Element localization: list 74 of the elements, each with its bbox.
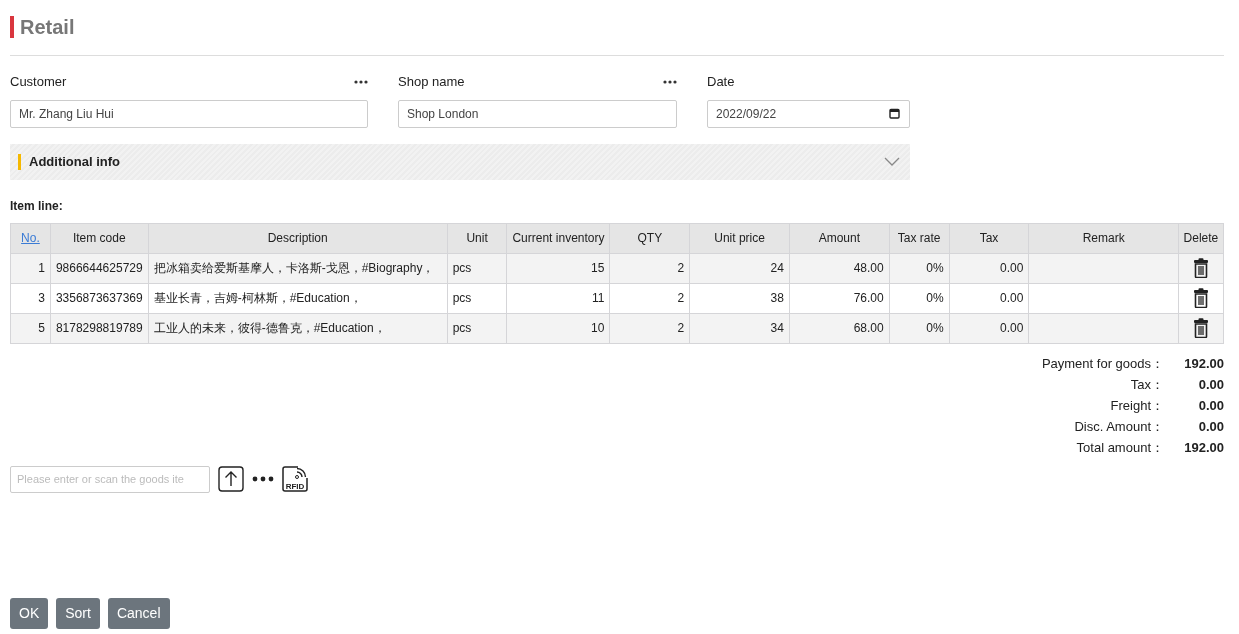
table-cell: 0%: [889, 283, 950, 313]
calendar-icon[interactable]: [889, 107, 900, 119]
column-header: Unit: [466, 231, 488, 245]
table-cell: 2: [609, 253, 690, 283]
section-title: Additional info: [18, 153, 120, 170]
table-cell: 把冰箱卖给爱斯基摩人，卡洛斯-戈恩，#Biography，: [148, 253, 448, 283]
summary-label: Total amount：: [1076, 438, 1164, 457]
table-cell: 2: [609, 283, 690, 313]
action-button[interactable]: OK: [10, 597, 49, 629]
more-icon[interactable]: [252, 476, 274, 482]
column-header: Current inventory: [512, 231, 605, 245]
summary-value: 0.00: [1197, 375, 1224, 394]
column-header: Unit price: [714, 231, 765, 245]
summary-label: Tax：: [1130, 375, 1164, 394]
upload-icon[interactable]: [218, 466, 244, 492]
summary-value: 0.00: [1197, 396, 1224, 415]
column-header: Delete: [1183, 231, 1219, 245]
table-cell: 1: [10, 253, 51, 283]
table-cell: 8178298819789: [50, 313, 149, 343]
table-cell: 0.00: [949, 313, 1029, 343]
scan-field[interactable]: Please enter or scan the goods ite: [10, 465, 210, 493]
more-icon[interactable]: [663, 79, 677, 84]
action-button[interactable]: Sort: [56, 597, 100, 629]
trash-icon[interactable]: [1192, 258, 1209, 278]
table-cell: 48.00: [789, 253, 890, 283]
table-cell: pcs: [447, 283, 507, 313]
table-cell: 9866644625729: [50, 253, 149, 283]
text-field[interactable]: Shop London: [398, 99, 677, 128]
table-cell: 0%: [889, 253, 950, 283]
column-header: QTY: [637, 231, 663, 245]
summary-value: 0.00: [1197, 417, 1224, 436]
column-header: Tax rate: [897, 231, 941, 245]
trash-icon[interactable]: [1192, 288, 1209, 308]
field-label: Date: [707, 72, 735, 91]
action-button[interactable]: Cancel: [107, 597, 170, 629]
column-header: Description: [267, 231, 328, 245]
field-label: Shop name: [398, 72, 465, 91]
page-title: Retail: [10, 16, 75, 38]
table-cell: 76.00: [789, 283, 890, 313]
table-cell: pcs: [447, 253, 507, 283]
table-cell: 34: [689, 313, 790, 343]
table-cell: 10: [507, 313, 610, 343]
table-cell: 15: [507, 253, 610, 283]
table-cell: 3356873637369: [50, 283, 149, 313]
table-cell: 2: [609, 313, 690, 343]
chevron-icon[interactable]: [884, 156, 900, 167]
summary-label: Disc. Amount：: [1074, 417, 1164, 436]
trash-icon[interactable]: [1192, 318, 1209, 338]
summary-value: 192.00: [1183, 354, 1224, 373]
more-icon[interactable]: [354, 79, 368, 84]
column-header: Tax: [979, 231, 999, 245]
table-cell: 3: [10, 283, 51, 313]
table-cell: 基业长青，吉姆-柯林斯，#Education，: [148, 283, 448, 313]
table-cell: 0.00: [949, 283, 1029, 313]
section-label: Item line:: [10, 197, 64, 215]
date-field[interactable]: 2022/09/22: [707, 99, 910, 128]
summary-label: Payment for goods：: [1041, 354, 1164, 373]
column-header: Remark: [1082, 231, 1125, 245]
table-cell: 11: [507, 283, 610, 313]
table-cell: 24: [689, 253, 790, 283]
field-label: Customer: [10, 72, 67, 91]
summary-value: 192.00: [1183, 438, 1224, 457]
table-cell: 38: [689, 283, 790, 313]
table-cell: 工业人的未来，彼得-德鲁克，#Education，: [148, 313, 448, 343]
collapsible-section-header[interactable]: Additional info: [10, 143, 910, 180]
text-field[interactable]: Mr. Zhang Liu Hui: [10, 99, 368, 128]
table-cell: 5: [10, 313, 51, 343]
table-cell: 68.00: [789, 313, 890, 343]
table-cell: 0.00: [949, 253, 1029, 283]
column-header: Item code: [72, 231, 126, 245]
table-cell: pcs: [447, 313, 507, 343]
summary-label: Freight：: [1110, 396, 1164, 415]
table-cell: 0%: [889, 313, 950, 343]
column-header: Amount: [818, 231, 860, 245]
